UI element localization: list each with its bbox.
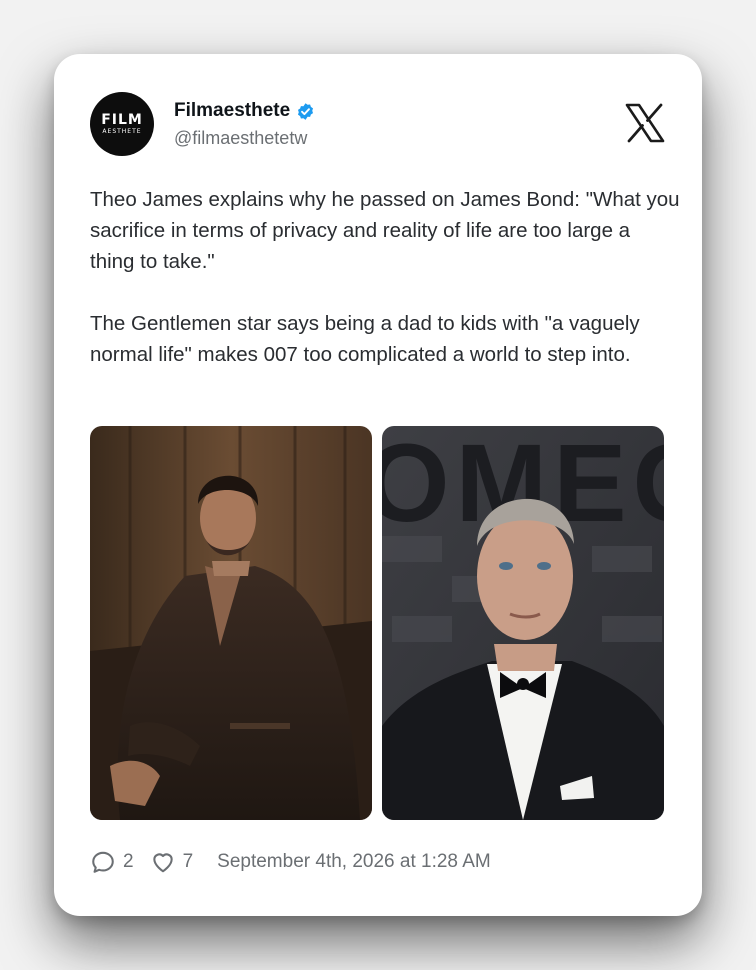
author-name-row: Filmaesthete bbox=[174, 100, 315, 122]
avatar-logo-text: FILM bbox=[101, 111, 143, 128]
tweet-paragraph: The Gentlemen star says being a dad to k… bbox=[90, 312, 640, 366]
heart-icon bbox=[152, 853, 173, 873]
photo-man-in-tuxedo[interactable]: OMEGA bbox=[382, 426, 664, 820]
tweet-text: Theo James explains why he passed on Jam… bbox=[90, 184, 680, 401]
like-count: 7 bbox=[182, 851, 194, 872]
author-display-name[interactable]: Filmaesthete bbox=[174, 100, 290, 122]
tweet-timestamp[interactable]: September 4th, 2026 at 1:28 AM bbox=[217, 851, 491, 873]
avatar-logo-subtext: AESTHETE bbox=[102, 127, 142, 135]
tweet-footer: 2 7 September 4th, 2026 at 1:28 AM bbox=[90, 849, 491, 875]
reply-button[interactable]: 2 bbox=[90, 849, 134, 875]
tweet-card: FILM AESTHETE Filmaesthete @filmaesthete… bbox=[54, 54, 702, 916]
like-button[interactable]: 7 bbox=[150, 849, 194, 875]
x-logo-icon[interactable] bbox=[624, 102, 666, 144]
photo-man-in-dark-robe[interactable] bbox=[90, 426, 372, 820]
reply-count: 2 bbox=[123, 851, 134, 872]
tweet-media: OMEGA bbox=[90, 426, 664, 820]
avatar[interactable]: FILM AESTHETE bbox=[90, 92, 154, 156]
verified-badge-icon bbox=[296, 102, 315, 121]
tweet-paragraph: Theo James explains why he passed on Jam… bbox=[90, 188, 680, 273]
reply-icon bbox=[92, 851, 114, 873]
author-handle[interactable]: @filmaesthetetw bbox=[174, 128, 307, 149]
